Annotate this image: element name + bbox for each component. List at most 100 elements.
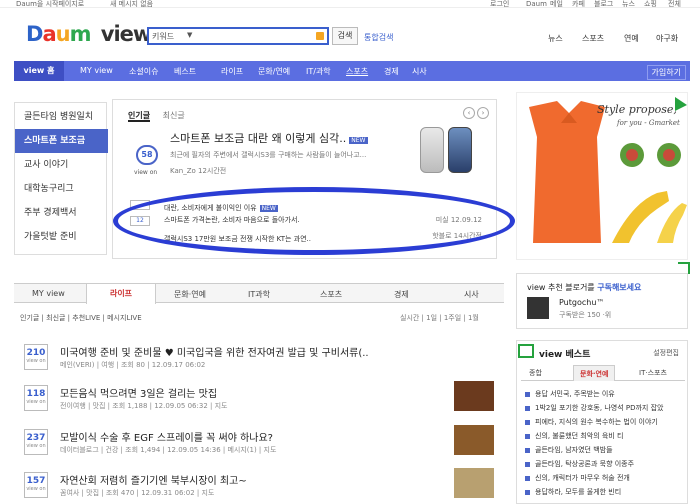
- view-count-badge[interactable]: 157 view on: [24, 472, 48, 498]
- tab-culture[interactable]: 문화·연예: [174, 289, 206, 300]
- topbar-all[interactable]: 전체: [668, 0, 681, 7]
- post-meta: 메인(VERI) | 여행 | 조회 80 | 12.09.17 06:02: [60, 361, 206, 369]
- issue-item[interactable]: 대학농구리그: [15, 177, 108, 201]
- nav-sports[interactable]: 스포츠: [346, 66, 368, 77]
- list-item[interactable]: 용답 서민국, 주목받는 이유: [525, 389, 685, 399]
- tab-latest[interactable]: 최신글: [163, 111, 185, 120]
- tab-it[interactable]: IT과학: [248, 289, 270, 300]
- top-bar: Daum을 시작페이지로 새 메시지 없음 로그인 Daum 메일 카페 블로그…: [0, 0, 700, 8]
- topbar-shopping[interactable]: 쇼핑: [644, 0, 657, 7]
- post-thumbnail[interactable]: [454, 425, 494, 455]
- view-on-label: view on: [134, 169, 158, 176]
- subscribe-link[interactable]: 구독해보세요: [597, 283, 641, 292]
- post-thumbnail[interactable]: [454, 381, 494, 411]
- view-count-badge[interactable]: 237 view on: [24, 429, 48, 455]
- issue-item-active[interactable]: 스마트폰 보조금: [15, 129, 108, 153]
- list-item[interactable]: 골든타임, 탁상공론과 묵향 이종주: [525, 459, 685, 469]
- issue-item[interactable]: 가을텃밭 준비: [15, 225, 108, 249]
- tab-culture[interactable]: 문화·연예: [573, 365, 616, 381]
- next-arrow-icon[interactable]: ›: [477, 107, 489, 119]
- sub-tabs[interactable]: 인기글 | 최신글 | 추천LIVE | 메시지LIVE: [20, 313, 142, 323]
- post-item[interactable]: 157 view on 자연산회 저렴히 즐기기엔 북부시장이 최고~ 꼼여사 |…: [14, 468, 504, 504]
- topbar-news[interactable]: 뉴스: [622, 0, 635, 7]
- list-item[interactable]: 용답하라, 모두를 울게한 빈티: [525, 487, 685, 497]
- post-meta: 전이여행 | 맛집 | 조회 1,188 | 12.09.05 06:32 | …: [60, 402, 228, 410]
- topbar-mail[interactable]: 메일: [550, 0, 563, 7]
- list-item[interactable]: 1박2일 포기한 강호동, 나영석 PD까지 잡았: [525, 403, 685, 413]
- header-link-baseball[interactable]: 야구화: [656, 33, 678, 44]
- post-item[interactable]: 118 view on 모든음식 먹으려면 3일은 걸리는 맛집 전이여행 | 맛…: [14, 381, 504, 417]
- feature-meta: Kan_Zo 12시간전: [170, 167, 227, 175]
- post-meta: 꼼여사 | 맛집 | 조회 470 | 12.09.31 06:02 | 지도: [60, 489, 215, 497]
- advertisement-banner[interactable]: Style propose, for you - Gmarket: [516, 92, 688, 260]
- total-search-link[interactable]: 통합검색: [364, 32, 393, 43]
- tab-overall[interactable]: 종합: [529, 368, 542, 378]
- topbar-blog[interactable]: 블로그: [594, 0, 613, 7]
- post-title[interactable]: 모든음식 먹으려면 3일은 걸리는 맛집: [60, 385, 217, 400]
- topbar-notice[interactable]: 새 메시지 없음: [110, 0, 153, 7]
- nav-current[interactable]: 시사: [412, 66, 427, 77]
- tab-economy[interactable]: 경제: [394, 289, 409, 300]
- post-title[interactable]: 자연산회 저렴히 즐기기엔 북부시장이 최고~: [60, 472, 247, 487]
- tab-life[interactable]: 라이프: [86, 284, 156, 304]
- tab-sports[interactable]: 스포츠: [320, 289, 342, 300]
- feature-title[interactable]: 스마트폰 보조금 대란 왜 이렇게 심각.. NEW: [170, 130, 368, 146]
- daum-view-logo[interactable]: Daum view: [26, 22, 152, 46]
- nav-best[interactable]: 베스트: [174, 66, 196, 77]
- join-button[interactable]: 가입하기: [646, 65, 686, 80]
- tab-current[interactable]: 시사: [464, 289, 479, 300]
- nav-my-view[interactable]: MY view: [80, 66, 113, 75]
- post-title[interactable]: 미국여행 준비 및 준비물 ♥ 미국입국을 위한 전자여권 발급 및 구비서류(…: [60, 344, 369, 359]
- topbar-daum[interactable]: Daum: [526, 0, 547, 7]
- post-title[interactable]: 모발이식 수술 후 EGF 스프레이를 꼭 써야 하나요?: [60, 429, 273, 444]
- view-count-badge[interactable]: 210 view on: [24, 344, 48, 370]
- nav-it-science[interactable]: IT/과학: [306, 66, 331, 77]
- header-link-news[interactable]: 뉴스: [548, 33, 563, 44]
- blogger-name[interactable]: Putgochu™: [559, 298, 604, 307]
- list-item[interactable]: 신의, 불륜했던 최악의 육비 티: [525, 431, 685, 441]
- list-item[interactable]: 신의, 캐릭터가 마무우 허술 전개: [525, 473, 685, 483]
- nav-culture[interactable]: 문화/연예: [258, 66, 290, 77]
- view-count-badge[interactable]: 118 view on: [24, 385, 48, 411]
- issue-item[interactable]: 주부 경제백서: [15, 201, 108, 225]
- feature-description: 최근에 필자의 주변에서 갤럭시S3를 구매하는 사람들이 늘어나고...: [170, 151, 367, 159]
- post-item[interactable]: 210 view on 미국여행 준비 및 준비물 ♥ 미국입국을 위한 전자여권…: [14, 340, 504, 376]
- tab-my-view[interactable]: MY view: [32, 289, 65, 298]
- issue-item[interactable]: 교사 이야기: [15, 153, 108, 177]
- search-scope-select[interactable]: 키워드: [152, 31, 174, 42]
- tab-it-sports[interactable]: IT·스포츠: [639, 368, 667, 378]
- tab-popular[interactable]: 인기글: [128, 111, 151, 122]
- feature-tabs: 인기글 최신글: [128, 110, 185, 122]
- post-meta: 데이터블로그 | 건강 | 조회 1,494 | 12.09.05 14:36 …: [60, 446, 277, 454]
- green-annotation-box: [518, 344, 534, 358]
- phone-image: [448, 127, 472, 173]
- highlight-ellipse: [113, 187, 515, 255]
- view-count-badge[interactable]: 58: [136, 145, 158, 165]
- topbar-start-link[interactable]: Daum을 시작페이지로: [16, 0, 84, 7]
- header-link-entertainment[interactable]: 연예: [624, 33, 639, 44]
- issue-item[interactable]: 골든타임 병원일치: [15, 105, 108, 129]
- prev-arrow-icon[interactable]: ‹: [463, 107, 475, 119]
- nav-home[interactable]: view 홈: [14, 61, 64, 81]
- main-nav: view 홈 MY view 소셜이슈 베스트 라이프 문화/연예 IT/과학 …: [14, 61, 690, 81]
- nav-social-issue[interactable]: 소셜이슈: [129, 66, 158, 77]
- list-item[interactable]: 피에타, 지식의 원수 복수하는 법이 이야기: [525, 417, 685, 427]
- period-filter[interactable]: 실시간 | 1일 | 1주일 | 1월: [400, 313, 479, 323]
- keyboard-icon[interactable]: [316, 32, 324, 40]
- phone-image: [420, 127, 444, 173]
- post-item[interactable]: 237 view on 모발이식 수술 후 EGF 스프레이를 꼭 써야 하나요?…: [14, 425, 504, 461]
- nav-life[interactable]: 라이프: [221, 66, 243, 77]
- feature-arrows: ‹ ›: [461, 107, 489, 119]
- nav-economy[interactable]: 경제: [384, 66, 399, 77]
- search-input[interactable]: 키워드 ▼: [147, 27, 329, 45]
- header-link-sports[interactable]: 스포츠: [582, 33, 604, 44]
- search-button[interactable]: 검색: [332, 27, 358, 45]
- topbar-login[interactable]: 로그인: [490, 0, 509, 7]
- issue-menu: 골든타임 병원일치 스마트폰 보조금 교사 이야기 대학농구리그 주부 경제백서…: [14, 102, 108, 255]
- category-tabs: MY view 라이프 문화·연예 IT과학 스포츠 경제 시사: [14, 283, 504, 304]
- topbar-cafe[interactable]: 카페: [572, 0, 585, 7]
- avatar[interactable]: [527, 297, 549, 319]
- post-thumbnail[interactable]: [454, 468, 494, 498]
- edit-settings-link[interactable]: 설정편집: [653, 348, 679, 358]
- list-item[interactable]: 골든타임, 남자였던 백밤들: [525, 445, 685, 455]
